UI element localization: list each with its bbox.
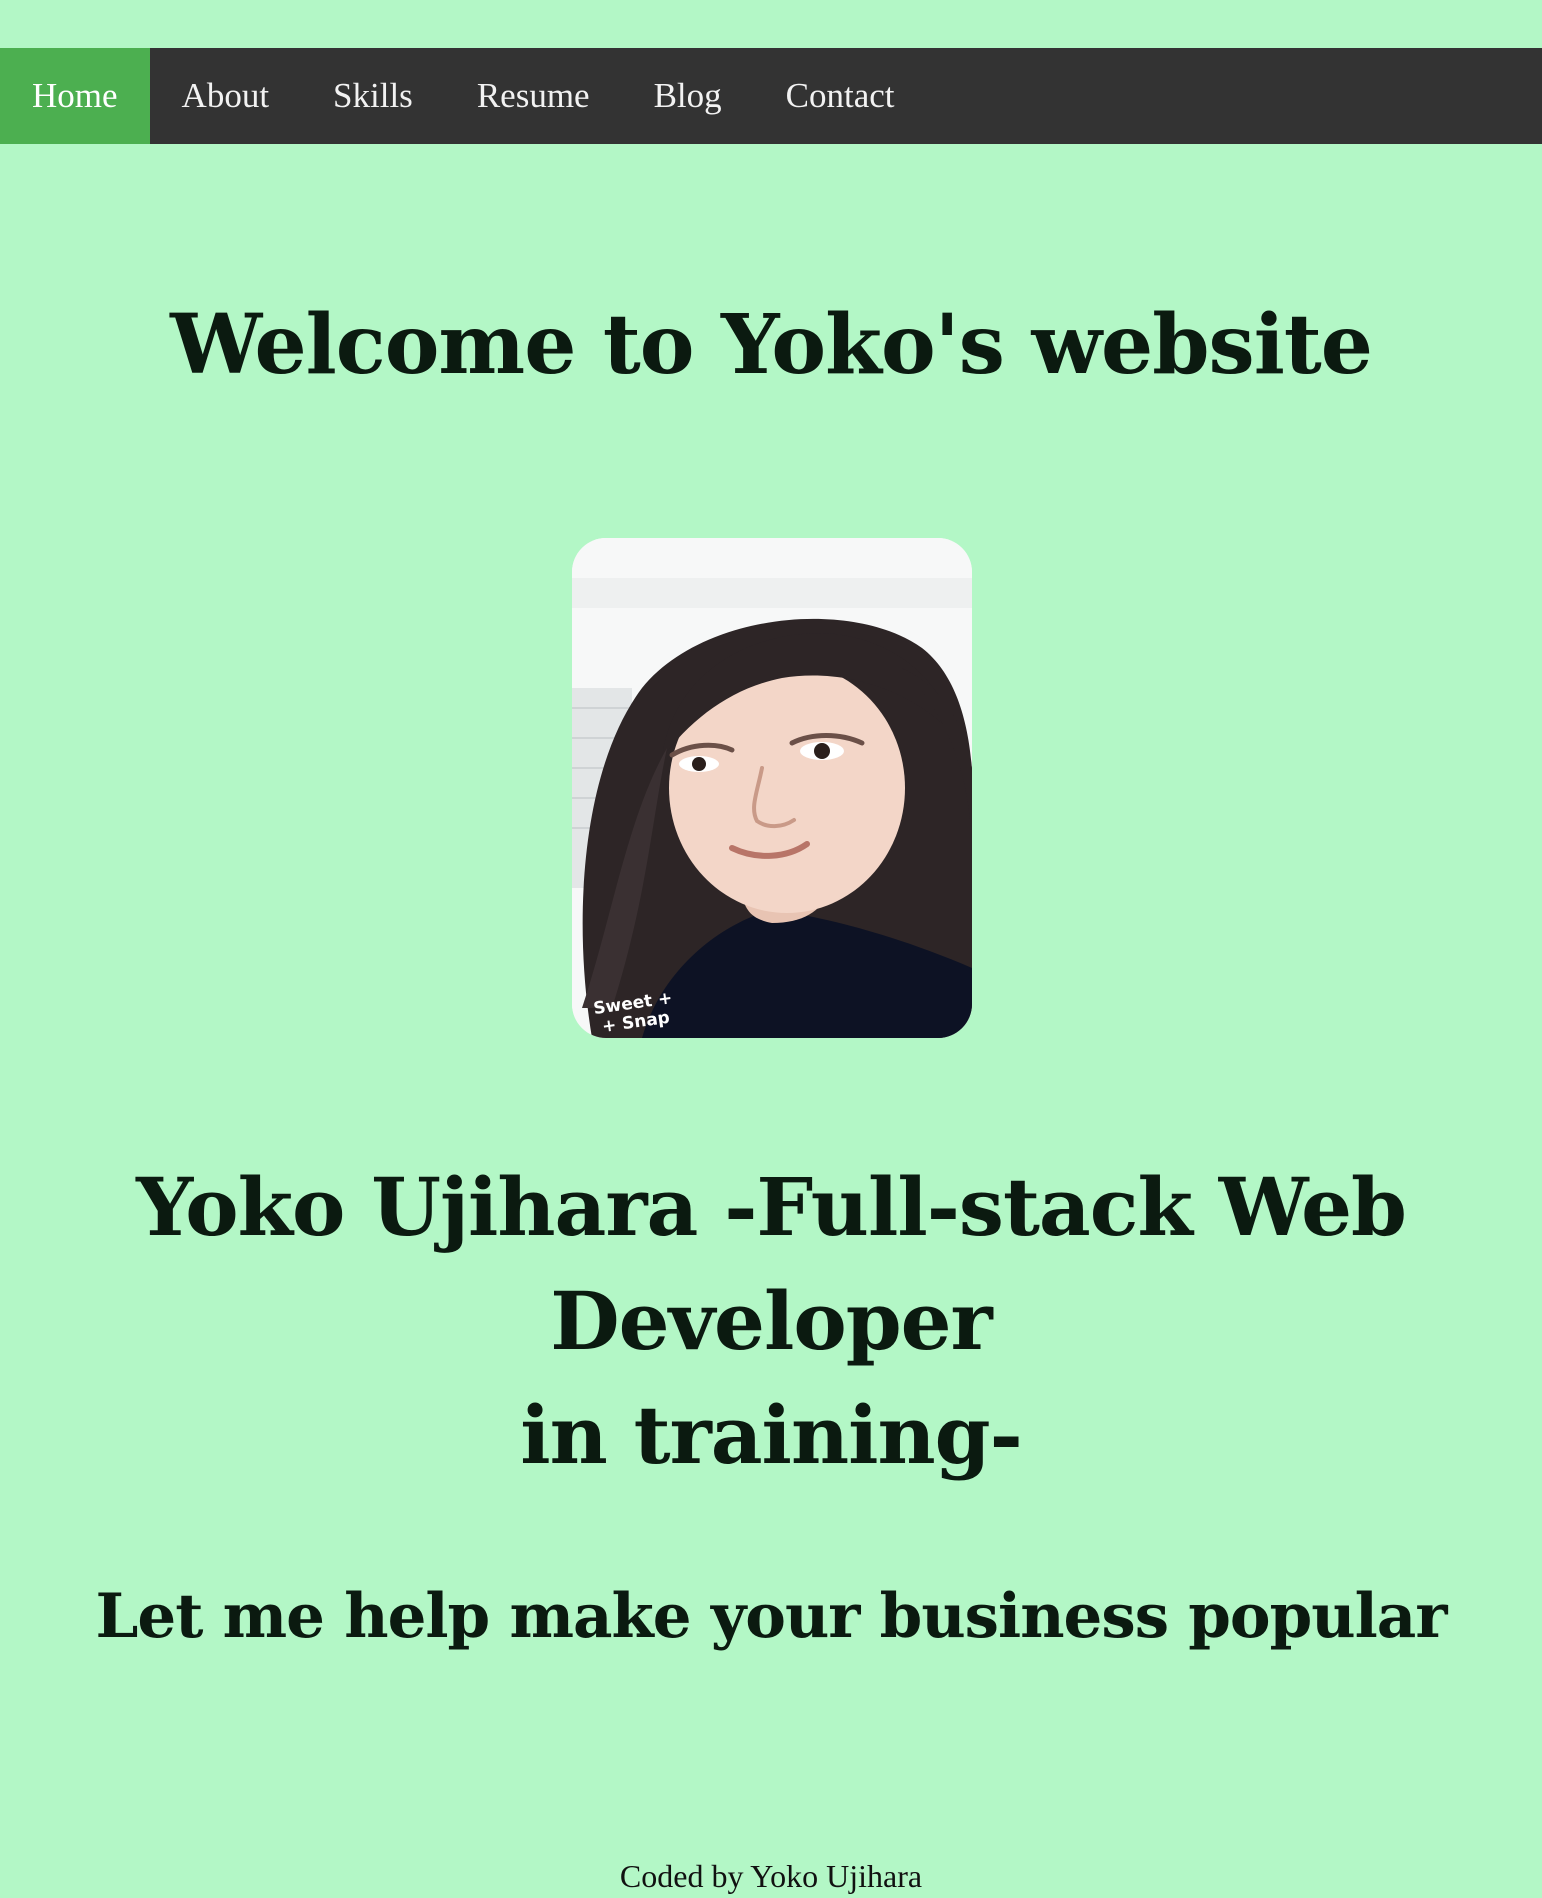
nav-resume-link[interactable]: Resume — [445, 48, 622, 144]
nav-skills-link[interactable]: Skills — [301, 48, 445, 144]
top-navigation: Home About Skills Resume Blog Contact — [0, 48, 1542, 144]
welcome-heading: Welcome to Yoko's website — [170, 297, 1373, 393]
job-title-line1: Yoko Ujihara -Full-stack Web Developer — [136, 1160, 1407, 1368]
nav-home-link[interactable]: Home — [0, 48, 150, 144]
nav-contact-link[interactable]: Contact — [754, 48, 927, 144]
nav-about-link[interactable]: About — [150, 48, 302, 144]
job-title-line2: in training- — [520, 1388, 1023, 1482]
footer-credit: Coded by Yoko Ujihara — [619, 1858, 923, 1894]
nav-blog-link[interactable]: Blog — [622, 48, 754, 144]
job-title-heading: Yoko Ujihara -Full-stack Web Developer i… — [0, 1150, 1542, 1492]
tagline-heading: Let me help make your business popular — [95, 1581, 1448, 1652]
profile-photo: Sweet + + Snap — [572, 538, 972, 1038]
